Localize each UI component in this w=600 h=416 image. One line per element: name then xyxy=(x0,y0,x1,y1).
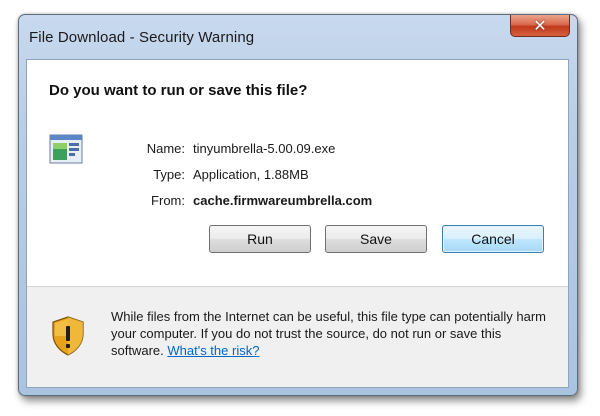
close-button[interactable]: ✕ xyxy=(510,15,570,37)
file-name-row: Name: tinyumbrella-5.00.09.exe xyxy=(27,141,568,159)
security-shield-icon xyxy=(52,316,84,356)
screen: File Download - Security Warning ✕ Do yo… xyxy=(0,0,600,416)
file-from-value: cache.firmwareumbrella.com xyxy=(193,193,373,208)
whats-the-risk-link[interactable]: What's the risk? xyxy=(167,343,259,358)
security-footer: While files from the Internet can be use… xyxy=(27,287,568,387)
security-warning-message: While files from the Internet can be use… xyxy=(111,308,557,359)
file-type-row: Type: Application, 1.88MB xyxy=(27,167,568,185)
file-name-value: tinyumbrella-5.00.09.exe xyxy=(193,141,336,156)
dialog-client-area: Do you want to run or save this file? Na… xyxy=(26,59,569,388)
title-bar[interactable]: File Download - Security Warning ✕ xyxy=(19,15,577,49)
file-type-value: Application, 1.88MB xyxy=(193,167,309,182)
file-name-label: Name: xyxy=(146,141,185,156)
save-button[interactable]: Save xyxy=(325,225,427,253)
cancel-button[interactable]: Cancel xyxy=(442,225,544,253)
dialog-question: Do you want to run or save this file? xyxy=(49,82,308,99)
file-type-label: Type: xyxy=(153,167,185,182)
window-title: File Download - Security Warning xyxy=(29,29,255,46)
close-icon: ✕ xyxy=(533,17,547,35)
file-from-label: From: xyxy=(151,193,185,208)
run-button[interactable]: Run xyxy=(209,225,311,253)
file-from-row: From: cache.firmwareumbrella.com xyxy=(27,193,568,211)
security-warning-dialog: File Download - Security Warning ✕ Do yo… xyxy=(18,14,578,396)
